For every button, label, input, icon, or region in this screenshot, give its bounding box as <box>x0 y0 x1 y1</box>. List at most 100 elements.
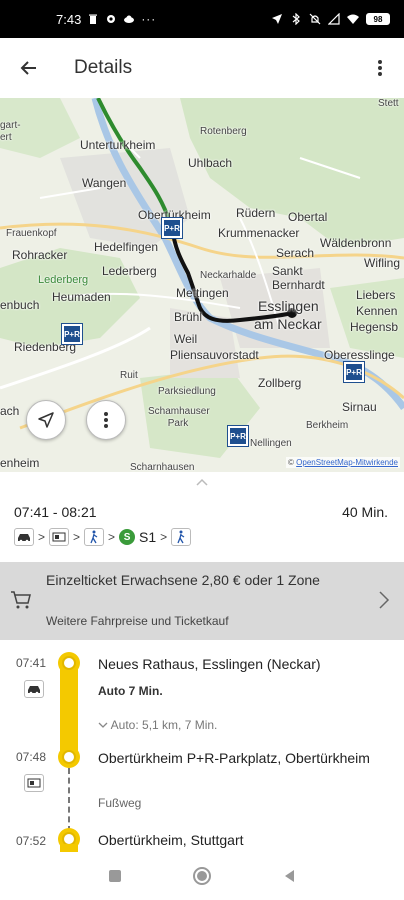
map-label: Scharnhausen <box>130 462 195 472</box>
park-and-ride-marker[interactable]: P+R <box>343 361 365 383</box>
location-arrow-icon <box>272 14 282 24</box>
map-label: Lederberg <box>38 274 89 286</box>
attribution-symbol: © <box>288 458 294 467</box>
app-bar: Details <box>0 38 404 98</box>
mode-separator: > <box>160 530 168 544</box>
map-label: Sankt Bernhardt <box>272 264 325 292</box>
map-label: Brühl <box>174 310 203 324</box>
map-label: Sirnau <box>342 400 377 414</box>
map-label: Rüdern <box>236 206 276 220</box>
map-label: Lederberg <box>102 264 157 278</box>
park-and-ride-marker[interactable]: P+R <box>161 217 183 239</box>
stop-time: 07:41 <box>16 656 47 670</box>
map-label: Schamhauser Park <box>148 406 210 429</box>
navigation-arrow-icon <box>38 412 54 428</box>
route-map[interactable]: Stett gart- ert Unterturkheim Rotenberg … <box>0 98 404 472</box>
map-label: Rotenberg <box>200 126 247 137</box>
map-label: Neckarhalde <box>200 270 257 281</box>
stop-name[interactable]: Obertürkheim, Stuttgart <box>98 830 388 850</box>
map-label: ert <box>0 132 12 143</box>
map-label: Krummenacker <box>218 226 300 240</box>
map-label: Kennen <box>356 304 398 318</box>
leg-mode: Auto 7 Min. <box>98 684 163 698</box>
map-label: Unterturkheim <box>80 138 156 152</box>
leg-detail-toggle[interactable]: Auto: 5,1 km, 7 Min. <box>98 718 217 732</box>
page-title: Details <box>74 57 133 78</box>
mute-icon <box>309 13 321 25</box>
overflow-menu-button[interactable] <box>356 38 404 98</box>
stop-time: 07:48 <box>16 750 47 764</box>
map-label: Pliensauvorstadt <box>170 348 259 362</box>
more-vert-icon <box>378 60 382 76</box>
back-triangle-icon[interactable] <box>283 869 295 883</box>
map-more-button[interactable] <box>86 400 126 440</box>
chevron-right-icon <box>379 591 390 609</box>
line-label: S1 <box>139 529 157 545</box>
ticket-row[interactable]: Einzelticket Erwachsene 2,80 € oder 1 Zo… <box>0 562 404 640</box>
map-label: Esslingen <box>258 298 319 314</box>
more-horiz-icon: ··· <box>141 12 157 26</box>
walk-icon <box>84 528 105 546</box>
map-label: Oberesslinge <box>324 348 395 362</box>
map-label: enheim <box>0 456 40 470</box>
car-icon <box>14 528 34 546</box>
stop-time: 07:52 <box>16 834 47 848</box>
map-label: Frauenkopf <box>6 228 57 239</box>
leg-detail-text: Auto: 5,1 km, 7 Min. <box>110 718 218 732</box>
map-label: Obertal <box>288 210 328 224</box>
map-label: gart- <box>0 120 21 131</box>
parking-ticket-icon <box>49 528 70 546</box>
map-label: Heumaden <box>52 290 111 304</box>
stop-dot <box>58 652 80 674</box>
stop-name[interactable]: Neues Rathaus, Esslingen (Neckar) <box>98 654 388 674</box>
locate-me-button[interactable] <box>26 400 66 440</box>
transport-modes: > > > S S1 > <box>14 528 192 546</box>
park-and-ride-marker[interactable]: P+R <box>227 425 249 447</box>
ticket-subtitle: Weitere Fahrpreise und Ticketkauf <box>46 614 229 628</box>
chevron-up-icon <box>196 478 208 486</box>
park-and-ride-marker[interactable]: P+R <box>61 323 83 345</box>
attribution-link[interactable]: OpenStreetMap-Mitwirkende <box>296 458 398 467</box>
sheet-drag-handle[interactable] <box>0 478 404 494</box>
map-label: Hegensb <box>350 320 399 334</box>
map-label: Wäldenbronn <box>320 236 392 250</box>
stop-dot <box>58 746 80 768</box>
map-label: ach <box>0 404 20 418</box>
ticket-title: Einzelticket Erwachsene 2,80 € oder 1 Zo… <box>46 572 320 588</box>
more-vert-icon <box>104 412 108 428</box>
walk-leg-line <box>68 768 70 832</box>
map-label: Wifling <box>364 256 401 270</box>
mode-separator: > <box>108 530 116 544</box>
walk-icon <box>171 528 192 546</box>
map-label: Stett <box>378 98 399 109</box>
map-label: Uhlbach <box>188 156 233 170</box>
map-label: Ruit <box>120 370 138 381</box>
trash-icon <box>89 14 98 24</box>
leg-bar <box>60 844 78 852</box>
mode-separator: > <box>73 530 81 544</box>
trip-duration: 40 Min. <box>342 504 388 520</box>
map-label: Parksiedlung <box>158 386 216 397</box>
map-label: Serach <box>276 246 315 260</box>
home-circle-icon[interactable] <box>193 867 211 885</box>
map-label: Liebers <box>356 288 396 302</box>
map-label: Wangen <box>82 176 127 190</box>
recents-square-icon[interactable] <box>109 870 121 882</box>
mode-separator: > <box>38 530 46 544</box>
map-label: Mettingen <box>176 286 229 300</box>
chevron-down-icon <box>98 722 108 728</box>
bluetooth-icon <box>292 13 300 25</box>
back-button[interactable] <box>0 38 58 98</box>
wifi-icon <box>347 14 359 24</box>
leg-bar <box>60 662 78 758</box>
stop-name[interactable]: Obertürkheim P+R-Parkplatz, Obertürkheim <box>98 748 388 768</box>
map-label: am Neckar <box>254 316 322 332</box>
leg-mode: Fußweg <box>98 796 142 810</box>
map-label: enbuch <box>0 298 40 312</box>
map-attribution: © OpenStreetMap-Mitwirkende <box>286 457 400 468</box>
trip-time-range: 07:41 - 08:21 <box>14 504 97 520</box>
map-label: Rohracker <box>12 248 68 262</box>
shopping-cart-icon <box>11 591 31 609</box>
gear-icon <box>107 15 116 23</box>
arrow-left-icon <box>20 61 36 75</box>
